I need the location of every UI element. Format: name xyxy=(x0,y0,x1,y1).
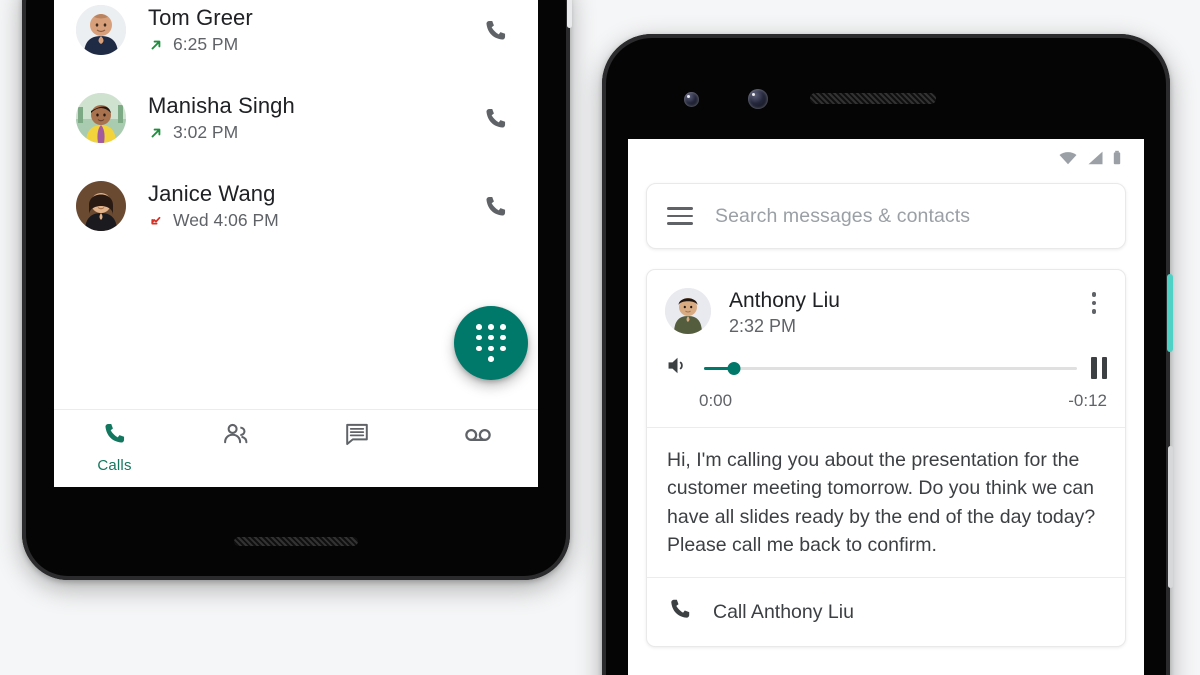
call-made-icon xyxy=(148,125,164,141)
playback-times: 0:00 -0:12 xyxy=(647,387,1125,427)
call-back-button[interactable] xyxy=(478,189,512,223)
front-camera-secondary-icon xyxy=(748,89,768,109)
table-row[interactable]: Tom Greer 6:25 PM xyxy=(54,0,538,74)
call-timestamp: Wed 4:06 PM xyxy=(173,210,279,231)
contact-name: Anthony Liu xyxy=(729,289,840,312)
phone-screen-calls: Tom Greer 6:25 PM Manisha Singh 3:02 PM … xyxy=(54,0,538,487)
elapsed-time: 0:00 xyxy=(699,391,733,411)
volume-rocker[interactable] xyxy=(1168,446,1173,588)
hamburger-menu-icon[interactable] xyxy=(667,207,693,225)
phone-icon xyxy=(101,420,128,452)
voicemail-contact-info: Anthony Liu 2:32 PM xyxy=(711,288,1081,337)
tab-calls-label: Calls xyxy=(97,457,132,474)
power-button[interactable] xyxy=(1167,274,1173,352)
avatar xyxy=(76,181,126,231)
tab-calls[interactable]: Calls xyxy=(54,420,175,474)
call-back-button[interactable] xyxy=(478,101,512,135)
call-timestamp: 6:25 PM xyxy=(173,34,239,55)
call-made-icon xyxy=(148,37,164,53)
call-entry-details: Janice Wang Wed 4:06 PM xyxy=(126,181,478,232)
bottom-navigation-bar: Calls xyxy=(54,409,538,487)
status-bar xyxy=(628,139,1144,181)
signal-icon xyxy=(1086,150,1104,171)
voicemail-icon xyxy=(463,420,493,455)
battery-icon xyxy=(1112,150,1122,171)
wifi-icon xyxy=(1058,150,1078,171)
call-contact-action[interactable]: Call Anthony Liu xyxy=(647,578,1125,646)
contact-name: Manisha Singh xyxy=(148,92,295,118)
phone-device-left: Tom Greer 6:25 PM Manisha Singh 3:02 PM … xyxy=(22,0,572,580)
contact-name: Tom Greer xyxy=(148,4,253,30)
call-timestamp: 3:02 PM xyxy=(173,122,239,143)
search-placeholder-text: Search messages & contacts xyxy=(715,204,971,227)
more-vert-icon[interactable] xyxy=(1081,288,1107,314)
messages-icon xyxy=(343,420,371,453)
pause-icon[interactable] xyxy=(1091,357,1107,380)
avatar xyxy=(665,288,711,334)
slider-thumb[interactable] xyxy=(727,361,741,375)
call-log-list: Tom Greer 6:25 PM Manisha Singh 3:02 PM … xyxy=(54,0,538,250)
call-status-line: 6:25 PM xyxy=(148,34,478,55)
voicemail-card: Anthony Liu 2:32 PM 0:00 -0:12 Hi, I'm c… xyxy=(646,269,1126,648)
screenshot-canvas: Tom Greer 6:25 PM Manisha Singh 3:02 PM … xyxy=(0,0,1200,675)
call-status-line: Wed 4:06 PM xyxy=(148,210,478,231)
call-contact-label: Call Anthony Liu xyxy=(713,600,854,623)
table-row[interactable]: Janice Wang Wed 4:06 PM xyxy=(54,162,538,250)
volume-up-icon[interactable] xyxy=(665,353,690,383)
dialpad-icon xyxy=(476,324,506,362)
slider-track xyxy=(704,366,1077,370)
dialpad-fab-button[interactable] xyxy=(454,306,528,380)
tab-messages[interactable] xyxy=(296,420,417,453)
voicemail-player xyxy=(647,337,1125,387)
call-missed-icon xyxy=(148,213,164,229)
search-input[interactable]: Search messages & contacts xyxy=(646,183,1126,249)
playback-slider[interactable] xyxy=(704,360,1077,376)
call-status-line: 3:02 PM xyxy=(148,122,478,143)
phone-device-right: Search messages & contacts Anthony Liu 2… xyxy=(602,34,1173,675)
voicemail-header: Anthony Liu 2:32 PM xyxy=(647,270,1125,337)
table-row[interactable]: Manisha Singh 3:02 PM xyxy=(54,74,538,162)
earpiece-speaker-grille xyxy=(810,93,936,104)
left-phone-side-button[interactable] xyxy=(567,0,572,28)
tab-voicemail[interactable] xyxy=(417,420,538,455)
front-camera-icon xyxy=(684,92,699,107)
remaining-time: -0:12 xyxy=(1068,391,1107,411)
voicemail-timestamp: 2:32 PM xyxy=(729,316,797,337)
bottom-speaker-grille-left xyxy=(234,537,358,546)
avatar xyxy=(76,93,126,143)
tab-contacts[interactable] xyxy=(175,420,296,454)
phone-icon xyxy=(667,596,693,628)
contacts-icon xyxy=(221,420,250,454)
call-back-button[interactable] xyxy=(478,13,512,47)
call-entry-details: Manisha Singh 3:02 PM xyxy=(126,93,478,144)
call-entry-details: Tom Greer 6:25 PM xyxy=(126,5,478,56)
phone-screen-voicemail: Search messages & contacts Anthony Liu 2… xyxy=(628,139,1144,675)
contact-name: Janice Wang xyxy=(148,180,276,206)
avatar xyxy=(76,5,126,55)
voicemail-transcript: Hi, I'm calling you about the presentati… xyxy=(667,449,1096,556)
